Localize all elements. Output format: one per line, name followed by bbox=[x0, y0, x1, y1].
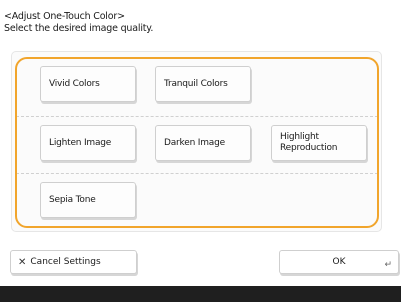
header: <Adjust One-Touch Color> Select the desi… bbox=[4, 11, 153, 35]
ok-button[interactable]: OK ↵ bbox=[279, 250, 399, 274]
page-title: <Adjust One-Touch Color> bbox=[4, 11, 125, 22]
selection-frame bbox=[15, 57, 379, 228]
close-icon: ✕ bbox=[18, 256, 27, 268]
instruction-text: Select the desired image quality. bbox=[4, 23, 154, 34]
cancel-settings-label: Cancel Settings bbox=[30, 257, 101, 267]
bottom-bar bbox=[0, 286, 401, 302]
cancel-settings-button[interactable]: ✕ Cancel Settings bbox=[10, 250, 137, 274]
ok-label: OK bbox=[332, 257, 346, 267]
enter-icon: ↵ bbox=[384, 260, 392, 270]
